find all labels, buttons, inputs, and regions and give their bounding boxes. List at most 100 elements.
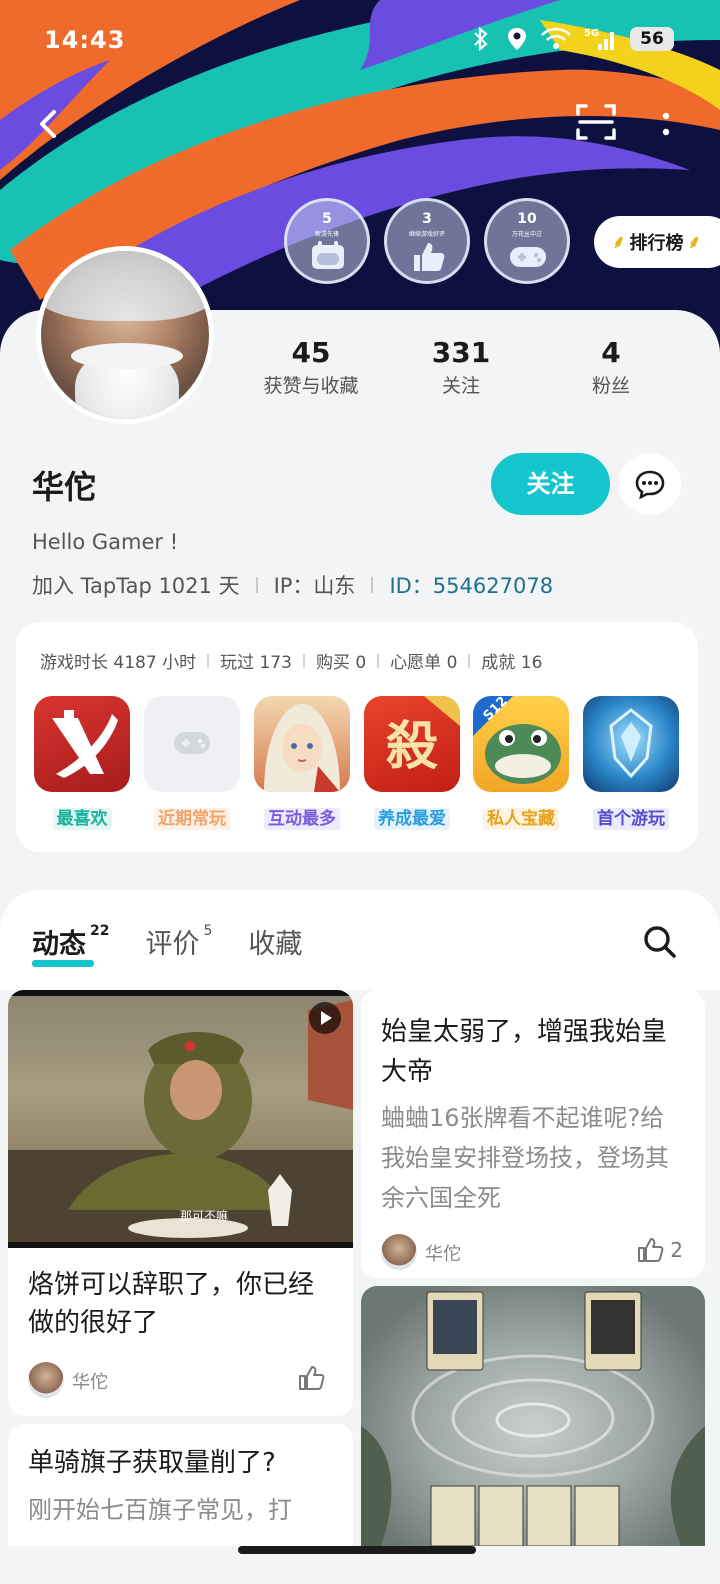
svg-text:殺: 殺 (386, 716, 438, 777)
profile-stats: 45 获赞与收藏 331 关注 4 粉丝 (236, 336, 686, 398)
scan-icon (576, 104, 616, 140)
bluetooth-icon (472, 26, 494, 52)
play-icon (309, 1002, 341, 1034)
played-count: 玩过 173 (220, 653, 292, 673)
game-tag: 互动最多 (264, 808, 340, 830)
game-tag: 近期常玩 (154, 808, 230, 830)
tab-reviews[interactable]: 评价 5 (145, 922, 212, 961)
badge-label: 继续游戏好评 (408, 231, 445, 238)
game-favorite[interactable]: 最喜欢 (34, 696, 130, 830)
badge-new-game-pioneer[interactable]: 5 新游先锋 (284, 198, 370, 284)
post-author: 华佗 (425, 1244, 461, 1265)
achievement-badges: 5 新游先锋 3 继续游戏好评 10 万花丛中过 (284, 198, 570, 284)
like-button[interactable] (297, 1364, 331, 1392)
search-icon (644, 926, 676, 958)
like-count: 2 (670, 1238, 683, 1262)
stat-followers[interactable]: 4 粉丝 (536, 336, 686, 398)
stat-likes[interactable]: 45 获赞与收藏 (236, 336, 386, 398)
game-stats-line: 游戏时长 4187 小时 玩过 173 购买 0 心愿单 0 成就 16 (40, 648, 542, 673)
tab-count: 22 (90, 923, 110, 939)
user-id[interactable]: ID：554627078 (389, 570, 553, 600)
avatar[interactable] (36, 246, 214, 424)
tab-label: 收藏 (248, 929, 303, 960)
post-author: 华佗 (72, 1372, 108, 1393)
badge-flowers[interactable]: 10 万花丛中过 (484, 198, 570, 284)
game-icon (34, 696, 130, 792)
game-nurture[interactable]: 殺 养成最爱 (364, 696, 460, 830)
badge-count: 3 (422, 211, 432, 227)
game-icon (583, 696, 679, 792)
home-indicator[interactable] (238, 1546, 476, 1554)
post-body: 刚开始七百旗子常见，打 (28, 1496, 292, 1524)
game-first-played[interactable]: 首个游玩 (583, 696, 679, 830)
stat-label: 获赞与收藏 (263, 375, 359, 397)
post-card[interactable] (361, 1286, 705, 1546)
search-button[interactable] (640, 922, 680, 962)
badge-label: 万花丛中过 (511, 231, 542, 238)
username: 华佗 (32, 468, 97, 506)
back-button[interactable] (30, 102, 70, 146)
game-most-interactive[interactable]: 互动最多 (254, 696, 350, 830)
network-type: 5G (584, 28, 599, 39)
post-card[interactable]: 那可不嘛 烙饼可以辞职了，你已经做的很好了 华佗 (8, 990, 353, 1416)
more-vertical-icon (662, 112, 670, 136)
gamepad-placeholder-icon (174, 732, 210, 754)
tab-label: 动态 (32, 929, 86, 960)
game-icon (144, 696, 240, 792)
game-tag: 养成最爱 (374, 808, 450, 830)
top-navigation (0, 96, 720, 156)
tab-label: 评价 (145, 929, 200, 960)
more-options-button[interactable] (654, 102, 678, 146)
post-card[interactable]: 单骑旗子获取量削了? 刚开始七百旗子常见，打 (8, 1424, 353, 1546)
user-bio: Hello Gamer ! (32, 530, 179, 554)
badge-count: 5 (322, 211, 332, 227)
status-bar: 14:43 5G 56 (0, 0, 720, 84)
location-icon (506, 26, 528, 52)
video-subtitle: 那可不嘛 (180, 1208, 228, 1223)
purchase-count: 购买 0 (315, 653, 367, 673)
game-icon: S12 (473, 696, 569, 792)
scan-button[interactable] (574, 100, 618, 144)
game-treasure[interactable]: S12 私人宝藏 (473, 696, 569, 830)
tab-count: 5 (203, 923, 213, 939)
stat-value: 45 (291, 336, 331, 369)
stat-following[interactable]: 331 关注 (386, 336, 536, 398)
tab-moments[interactable]: 动态 22 (32, 922, 110, 967)
post-video-thumbnail[interactable]: 那可不嘛 (8, 990, 353, 1248)
gamepad-icon (510, 247, 546, 267)
stat-label: 关注 (441, 375, 480, 397)
wifi-icon (540, 26, 572, 52)
join-days: 加入 TapTap 1021 天 (32, 574, 240, 598)
post-image[interactable] (361, 1286, 705, 1546)
post-card[interactable]: 始皇太弱了，增强我始皇大帝 蛐蛐16张牌看不起谁呢?给我始皇安排登场技，登场其余… (361, 990, 705, 1278)
game-summary-card[interactable]: 游戏时长 4187 小时 玩过 173 购买 0 心愿单 0 成就 16 最喜欢… (16, 622, 698, 852)
author-avatar (381, 1234, 417, 1270)
status-time: 14:43 (44, 26, 126, 54)
game-tag: 私人宝藏 (483, 808, 559, 830)
badge-count: 10 (517, 211, 537, 227)
stat-value: 331 (431, 336, 491, 369)
ip-location: IP：山东 (273, 574, 356, 598)
game-tag: 最喜欢 (52, 808, 112, 830)
avatar-image (41, 251, 209, 419)
profile-tabs: 动态 22 评价 5 收藏 (32, 922, 302, 967)
like-button[interactable]: 2 (636, 1236, 683, 1264)
leaderboard-button[interactable]: ⸙ 排行榜 ⸙ (594, 216, 720, 268)
follow-button[interactable]: 关注 (491, 453, 610, 515)
game-recent[interactable]: 近期常玩 (144, 696, 240, 830)
post-title: 始皇太弱了，增强我始皇大帝 (381, 1017, 668, 1087)
game-tag: 首个游玩 (593, 808, 669, 830)
play-time: 游戏时长 4187 小时 (40, 653, 197, 673)
thumbs-up-icon (299, 1366, 325, 1390)
message-button[interactable] (619, 453, 681, 515)
achievement-count: 成就 16 (481, 653, 543, 673)
post-title: 烙饼可以辞职了，你已经做的很好了 (28, 1270, 315, 1338)
thumbs-up-icon (414, 243, 445, 271)
tab-collections[interactable]: 收藏 (248, 922, 302, 961)
author-avatar (28, 1362, 64, 1398)
post-body: 蛐蛐16张牌看不起谁呢?给我始皇安排登场技，登场其余六国全死 (381, 1104, 669, 1212)
chat-bubble-icon (635, 470, 665, 499)
badge-good-review[interactable]: 3 继续游戏好评 (384, 198, 470, 284)
stat-label: 粉丝 (591, 375, 630, 397)
battery-indicator: 56 (630, 27, 674, 51)
